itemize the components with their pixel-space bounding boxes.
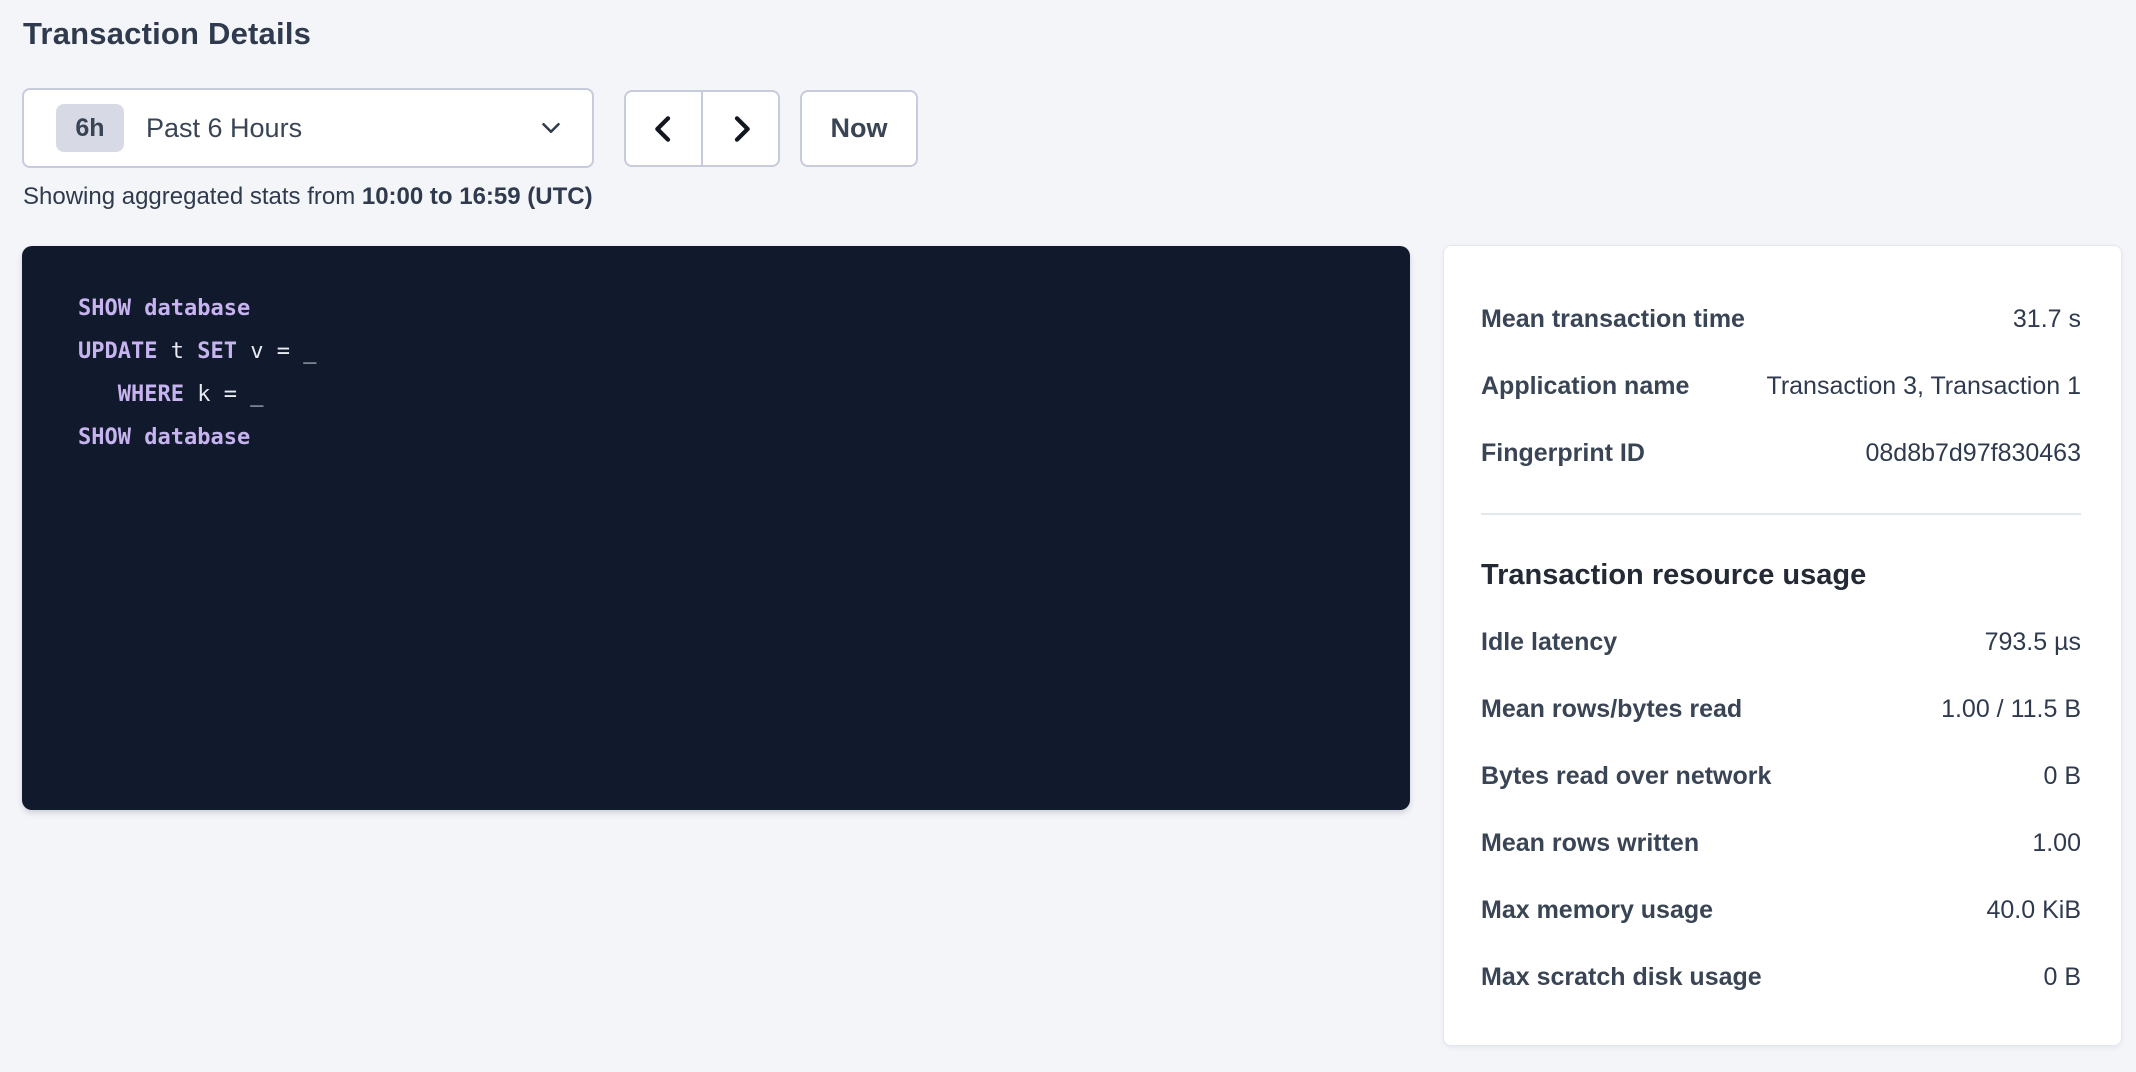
summary-row: Max scratch disk usage 0 B [1481, 944, 2081, 1011]
sql-code: SHOW databaseUPDATE t SET v = _ WHERE k … [78, 287, 1380, 459]
summary-row-label: Fingerprint ID [1481, 439, 1645, 468]
summary-row-value: 31.7 s [2013, 305, 2081, 334]
summary-row-label: Idle latency [1481, 628, 1617, 657]
summary-row-label: Max scratch disk usage [1481, 963, 1762, 992]
stats-line-range: 10:00 to 16:59 (UTC) [362, 183, 593, 210]
summary-row: Idle latency 793.5 µs [1481, 609, 2081, 676]
aggregated-stats-line: Showing aggregated stats from 10:00 to 1… [23, 183, 593, 211]
summary-row: Application name Transaction 3, Transact… [1481, 353, 2081, 420]
summary-row-value: 0 B [2043, 762, 2081, 791]
summary-row-value: 1.00 / 11.5 B [1941, 695, 2081, 724]
transaction-summary-card: Mean transaction time 31.7 s Application… [1443, 245, 2122, 1046]
summary-row: Mean transaction time 31.7 s [1481, 286, 2081, 353]
summary-row-value: 0 B [2043, 963, 2081, 992]
resource-usage-heading: Transaction resource usage [1481, 542, 2081, 609]
summary-row-label: Bytes read over network [1481, 762, 1771, 791]
card-divider [1481, 513, 2081, 515]
chevron-left-icon [648, 113, 680, 145]
summary-top-rows: Mean transaction time 31.7 s Application… [1481, 286, 2081, 487]
summary-row: Max memory usage 40.0 KiB [1481, 877, 2081, 944]
chevron-down-icon [536, 113, 566, 143]
summary-row-value: Transaction 3, Transaction 1 [1766, 372, 2081, 401]
summary-row: Fingerprint ID 08d8b7d97f830463 [1481, 420, 2081, 487]
time-range-arrows [624, 90, 780, 167]
stats-line-prefix: Showing aggregated stats from [23, 183, 362, 210]
summary-row: Mean rows written 1.00 [1481, 810, 2081, 877]
summary-row-label: Mean transaction time [1481, 305, 1745, 334]
summary-row-value: 40.0 KiB [1986, 896, 2081, 925]
summary-row-value: 793.5 µs [1985, 628, 2081, 657]
summary-row-label: Max memory usage [1481, 896, 1713, 925]
next-time-range-button[interactable] [702, 90, 780, 167]
time-range-badge: 6h [56, 104, 124, 152]
summary-row-label: Mean rows/bytes read [1481, 695, 1742, 724]
chevron-right-icon [725, 113, 757, 145]
summary-row-value: 08d8b7d97f830463 [1865, 439, 2081, 468]
time-range-label: Past 6 Hours [146, 113, 302, 144]
resource-usage-rows: Idle latency 793.5 µs Mean rows/bytes re… [1481, 609, 2081, 1011]
time-range-picker[interactable]: 6h Past 6 Hours [22, 88, 594, 168]
summary-row-value: 1.00 [2032, 829, 2081, 858]
sql-statement-box: SHOW databaseUPDATE t SET v = _ WHERE k … [22, 246, 1410, 810]
summary-row: Mean rows/bytes read 1.00 / 11.5 B [1481, 676, 2081, 743]
now-button[interactable]: Now [800, 90, 918, 167]
summary-row-label: Application name [1481, 372, 1689, 401]
previous-time-range-button[interactable] [624, 90, 702, 167]
page-title: Transaction Details [23, 16, 311, 52]
summary-row: Bytes read over network 0 B [1481, 743, 2081, 810]
summary-row-label: Mean rows written [1481, 829, 1699, 858]
